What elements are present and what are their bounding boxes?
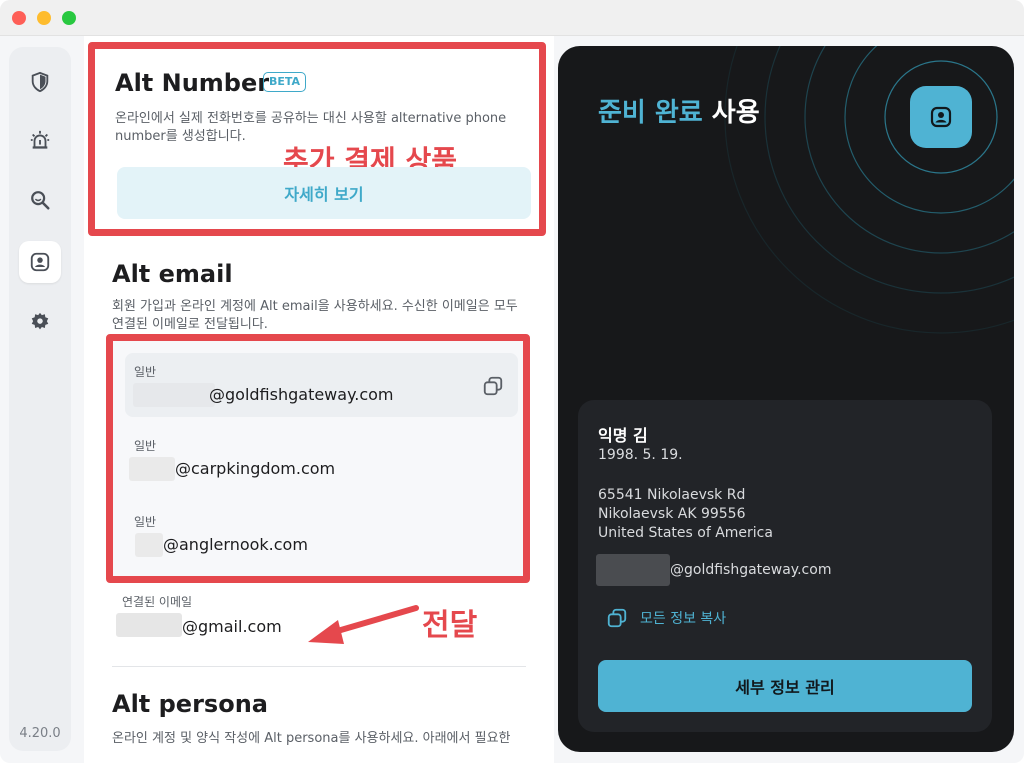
redacted-username	[133, 383, 215, 407]
email-address: @anglernook.com	[163, 535, 308, 554]
copy-all-label: 모든 정보 복사	[640, 611, 727, 627]
persona-birthdate: 1998. 5. 19.	[598, 447, 683, 463]
alt-email-item[interactable]: 일반 @goldfishgateway.com	[125, 353, 518, 417]
zoom-window-button[interactable]	[62, 11, 76, 25]
section-divider	[112, 666, 526, 667]
arrow-icon	[308, 605, 419, 644]
title-bar	[0, 0, 1024, 36]
address-line: United States of America	[598, 525, 773, 541]
copy-all-button[interactable]: 모든 정보 복사	[606, 606, 726, 630]
redacted-username	[129, 457, 175, 481]
persona-email: @goldfishgateway.com	[670, 562, 832, 578]
app-version: 4.20.0	[19, 726, 61, 741]
alt-email-title: Alt email	[112, 260, 233, 288]
alt-number-section: Alt Number BETA 온라인에서 실제 전화번호를 공유하는 대신 사…	[88, 42, 546, 236]
search-icon	[31, 191, 50, 210]
gear-icon	[31, 312, 49, 330]
redacted-username	[596, 554, 670, 586]
panel-title: 준비 완료 사용	[598, 92, 760, 129]
panel-title-rest: 사용	[702, 98, 760, 128]
panel-title-accent: 준비 완료	[598, 98, 703, 128]
linked-email-address: @gmail.com	[182, 617, 282, 636]
learn-more-button[interactable]: 자세히 보기	[117, 167, 531, 219]
address-line: 65541 Nikolaevsk Rd	[598, 487, 746, 503]
alt-email-list: 일반 @goldfishgateway.com 일반 @carpkingdom.…	[106, 334, 530, 583]
sidebar-item-settings[interactable]	[19, 301, 61, 343]
shield-icon	[31, 71, 49, 93]
copy-icon[interactable]	[482, 375, 504, 397]
person-icon	[30, 252, 50, 272]
sidebar-item-alerts[interactable]	[19, 119, 61, 161]
app-window: 4.20.0 Alt Number BETA 온라인에서 실제 전화번호를 공유…	[0, 0, 1024, 763]
email-tag: 일반	[134, 365, 157, 379]
persona-name: 익명 김	[598, 426, 648, 445]
sidebar-item-shield[interactable]	[19, 61, 61, 103]
copy-icon	[607, 608, 627, 628]
main-content: Alt Number BETA 온라인에서 실제 전화번호를 공유하는 대신 사…	[84, 36, 554, 763]
sidebar-item-search[interactable]	[19, 179, 61, 221]
persona-address: 65541 Nikolaevsk Rd Nikolaevsk AK 99556 …	[598, 486, 773, 543]
address-line: Nikolaevsk AK 99556	[598, 506, 746, 522]
alt-persona-description: 온라인 계정 및 양식 작성에 Alt persona를 사용하세요. 아래에서…	[112, 731, 511, 746]
email-tag: 일반	[134, 439, 157, 453]
person-icon	[930, 106, 952, 128]
alt-persona-title: Alt persona	[112, 690, 268, 718]
forward-annotation: 전달	[422, 608, 478, 643]
close-window-button[interactable]	[12, 11, 26, 25]
alt-email-item[interactable]: 일반 @anglernook.com	[125, 503, 518, 567]
sidebar: 4.20.0	[9, 47, 71, 751]
sidebar-item-identity[interactable]	[19, 241, 61, 283]
email-tag: 일반	[134, 515, 157, 529]
email-address: @goldfishgateway.com	[209, 385, 394, 404]
linked-email-label: 연결된 이메일	[122, 595, 193, 609]
redacted-username	[135, 533, 163, 557]
email-address: @carpkingdom.com	[175, 459, 336, 478]
alert-icon	[30, 130, 50, 149]
beta-badge: BETA	[263, 72, 307, 92]
persona-preview-panel: 준비 완료 사용 익명 김 1998. 5. 19. 65541 Nikolae…	[558, 46, 1014, 752]
alt-number-title: Alt Number	[115, 69, 270, 97]
manage-details-button[interactable]: 세부 정보 관리	[598, 660, 972, 712]
redacted-username	[116, 613, 182, 637]
alt-email-description: 회원 가입과 온라인 계정에 Alt email을 사용하세요. 수신한 이메일…	[112, 299, 518, 332]
persona-info-card: 익명 김 1998. 5. 19. 65541 Nikolaevsk Rd Ni…	[578, 400, 992, 732]
persona-badge	[910, 86, 972, 148]
minimize-window-button[interactable]	[37, 11, 51, 25]
alt-email-item[interactable]: 일반 @carpkingdom.com	[125, 427, 518, 491]
